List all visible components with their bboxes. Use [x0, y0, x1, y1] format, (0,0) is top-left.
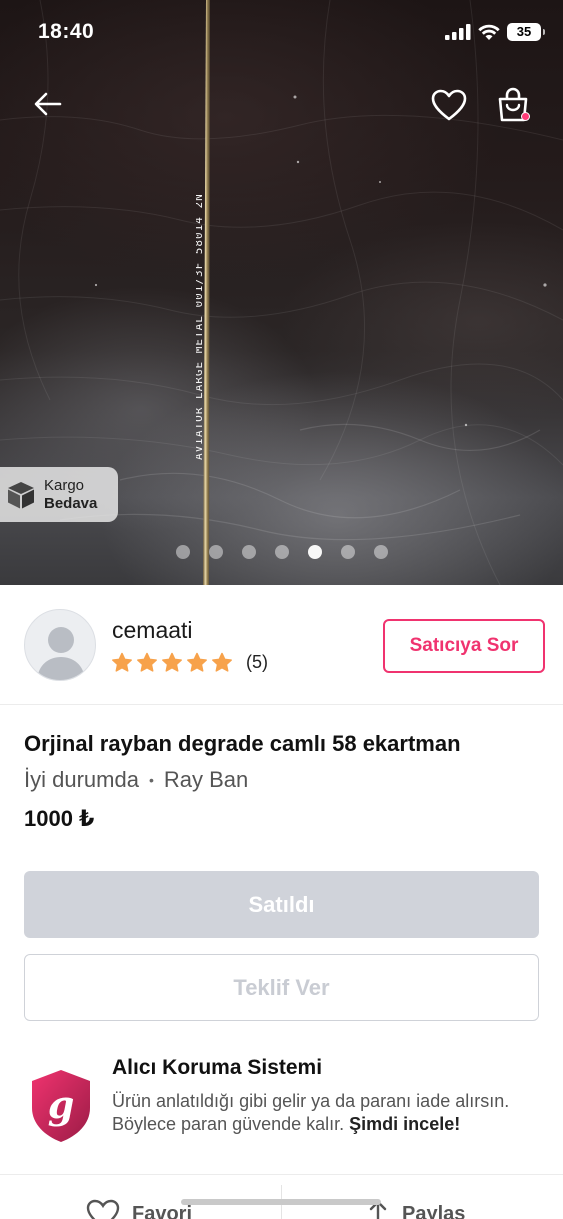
- wifi-icon: [478, 24, 500, 40]
- star-icon: [112, 652, 132, 672]
- ask-seller-button[interactable]: Satıcıya Sor: [383, 619, 545, 673]
- bottom-share-label: Paylaş: [402, 1202, 466, 1219]
- carousel-dot[interactable]: [307, 545, 322, 559]
- free-shipping-text: Kargo Bedava: [44, 477, 97, 513]
- star-icon: [137, 652, 157, 672]
- rating-count: (5): [246, 652, 268, 672]
- status-icons: 35: [445, 23, 545, 41]
- buyer-protection-shield-icon: g: [32, 1070, 90, 1142]
- free-shipping-line1: Kargo: [44, 476, 85, 494]
- glasses-temple: AVIATOR LARGE METAL 001/3F 58014 2N: [196, 0, 210, 585]
- box-icon: [8, 481, 34, 508]
- carousel-dot[interactable]: [340, 545, 355, 559]
- meta-separator: •: [148, 772, 154, 788]
- learn-more-link[interactable]: Şimdi incele!: [349, 1114, 460, 1134]
- user-placeholder-icon: [37, 627, 85, 680]
- product-meta: İyi durumda • Ray Ban: [24, 767, 544, 793]
- sold-button[interactable]: Satıldı: [24, 871, 539, 938]
- make-offer-button[interactable]: Teklif Ver: [24, 954, 539, 1021]
- carousel-pagination[interactable]: [0, 545, 563, 559]
- seller-rating[interactable]: (5): [111, 652, 268, 673]
- buyer-protection-title: Alıcı Koruma Sistemi: [112, 1056, 323, 1079]
- status-bar: 18:40 35: [0, 0, 563, 66]
- carousel-dot[interactable]: [208, 545, 223, 559]
- cart-button[interactable]: [492, 84, 534, 126]
- product-price: 1000 ₺: [24, 806, 95, 831]
- svg-text:g: g: [48, 1082, 75, 1127]
- seller-section: cemaati (5) Satıcıya Sor: [0, 585, 563, 705]
- carousel-dot[interactable]: [175, 545, 190, 559]
- home-indicator: [181, 1199, 381, 1205]
- star-icon: [187, 652, 207, 672]
- carousel-dot[interactable]: [274, 545, 289, 559]
- heart-icon: [431, 89, 467, 121]
- back-button[interactable]: [28, 84, 68, 124]
- bottom-favorite-button[interactable]: Favori: [86, 1199, 192, 1219]
- avatar[interactable]: [24, 609, 96, 681]
- buyer-protection-description: Ürün anlatıldığı gibi gelir ya da paranı…: [112, 1090, 532, 1136]
- star-icon: [212, 652, 232, 672]
- free-shipping-line2: Bedava: [44, 494, 98, 512]
- cellular-signal-icon: [445, 24, 471, 40]
- arrow-left-icon: [34, 92, 62, 116]
- favorite-button[interactable]: [428, 84, 470, 126]
- seller-name[interactable]: cemaati: [112, 617, 193, 644]
- product-title: Orjinal rayban degrade camlı 58 ekartman: [24, 731, 461, 756]
- cart-notification-dot: [521, 112, 530, 121]
- buyer-protection-section: g Alıcı Koruma Sistemi Ürün anlatıldığı …: [0, 1050, 563, 1175]
- status-time: 18:40: [38, 20, 95, 43]
- free-shipping-badge: Kargo Bedava: [0, 467, 118, 522]
- carousel-dot[interactable]: [241, 545, 256, 559]
- product-info: Orjinal rayban degrade camlı 58 ekartman…: [24, 731, 544, 832]
- rating-stars: [111, 652, 233, 673]
- battery-icon: 35: [507, 23, 545, 41]
- product-condition: İyi durumda: [24, 767, 139, 792]
- product-brand[interactable]: Ray Ban: [164, 767, 248, 793]
- carousel-dot[interactable]: [373, 545, 388, 559]
- star-icon: [162, 652, 182, 672]
- heart-outline-icon: [86, 1199, 120, 1219]
- temple-engraving: AVIATOR LARGE METAL 001/3F 58014 2N: [196, 193, 205, 460]
